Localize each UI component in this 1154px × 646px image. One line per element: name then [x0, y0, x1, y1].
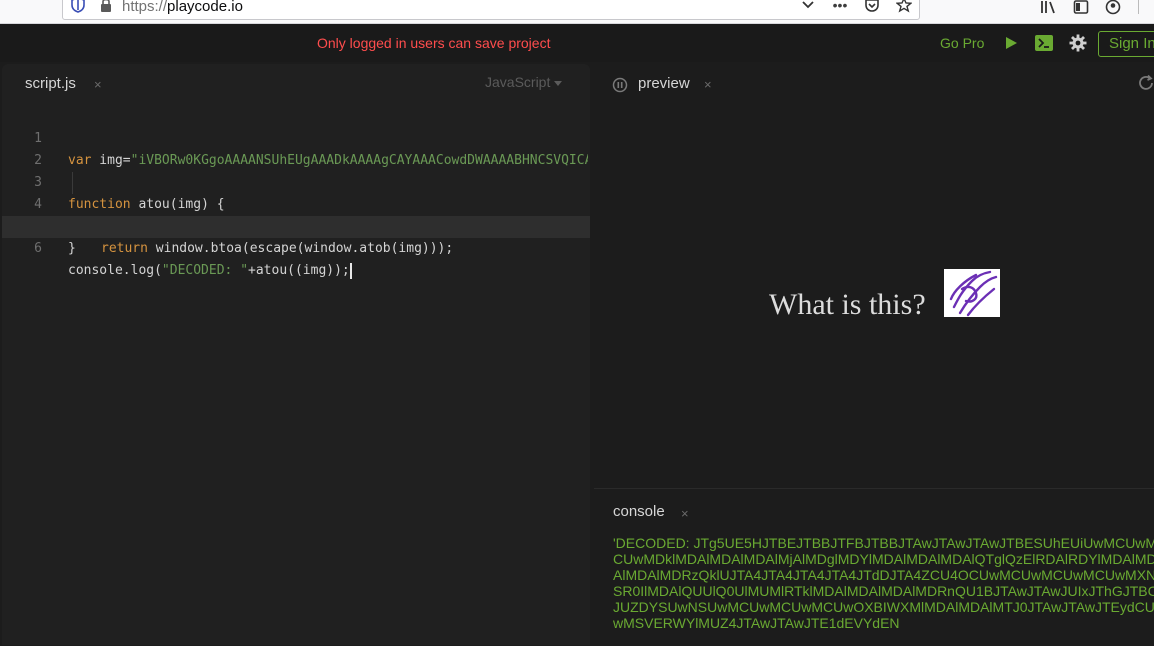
preview-text: What is this? — [769, 288, 926, 321]
sign-in-button[interactable]: Sign In — [1098, 31, 1154, 57]
string-literal: "DECODED: " — [161, 263, 249, 278]
url-bar[interactable]: https://playcode.io ••• — [62, 0, 920, 20]
code-area[interactable]: 1 var img="iVBORw0KGgoAAAANSUhEUgAAADkAA… — [2, 106, 590, 279]
play-icon[interactable] — [1004, 36, 1018, 50]
tab-script-js[interactable]: script.js — [25, 75, 76, 92]
code-line[interactable]: 1 var img="iVBORw0KGgoAAAANSUhEUgAAADkAA… — [2, 106, 590, 168]
url-text: https://playcode.io — [122, 0, 243, 15]
tab-close-icon[interactable]: × — [94, 77, 102, 92]
tab-close-icon[interactable]: × — [704, 77, 712, 92]
url-actions: ••• — [799, 0, 913, 14]
logo-image — [944, 269, 1000, 317]
account-icon[interactable] — [1104, 0, 1122, 16]
browser-toolbar-right — [1040, 0, 1122, 16]
gear-icon[interactable] — [1069, 34, 1087, 52]
toolbar-divider — [1138, 0, 1139, 14]
code-line[interactable]: 2 — [2, 128, 590, 168]
preview-pane: preview × What is this? — [594, 64, 1154, 488]
language-label: JavaScript — [485, 74, 551, 90]
identifier: console.log( — [68, 263, 162, 278]
indent-guide — [72, 172, 73, 194]
language-select[interactable]: JavaScript — [485, 74, 563, 90]
star-icon[interactable] — [895, 0, 913, 14]
text-cursor — [349, 262, 352, 279]
shield-icon[interactable] — [71, 0, 85, 13]
code-line[interactable]: 3 function atou(img) { — [2, 150, 590, 212]
tab-preview[interactable]: preview — [638, 75, 690, 92]
save-warning: Only logged in users can save project — [317, 35, 551, 51]
lock-icon[interactable] — [99, 0, 113, 13]
line-number: 6 — [34, 241, 42, 256]
refresh-icon[interactable] — [1137, 74, 1154, 92]
code-text: } — [68, 241, 76, 256]
tab-console[interactable]: console — [613, 503, 665, 520]
code-line[interactable]: 5 } — [2, 194, 590, 256]
url-host: playcode.io — [167, 0, 243, 15]
go-pro-link[interactable]: Go Pro — [940, 35, 984, 51]
code-text: console.log("DECODED: "+atou((img)); — [68, 260, 588, 282]
library-icon[interactable] — [1040, 0, 1058, 16]
sidebar-icon[interactable] — [1072, 0, 1090, 16]
caret-down-icon — [554, 80, 563, 86]
console-output: 'DECODED: JTg5UE5HJTBEJTBBJTFBJTBBJTAwJT… — [613, 535, 1154, 631]
browser-toolbar: https://playcode.io ••• — [0, 0, 1154, 24]
app-header: Only logged in users can save project Go… — [0, 24, 1154, 62]
console-pane: console × 'DECODED: JTg5UE5HJTBEJTBBJTFB… — [594, 488, 1154, 645]
tab-close-icon[interactable]: × — [681, 506, 689, 521]
terminal-icon[interactable] — [1035, 35, 1053, 51]
more-icon[interactable]: ••• — [831, 0, 849, 14]
code-line-active[interactable]: 6 console.log("DECODED: "+atou((img)); — [2, 216, 590, 279]
identifier: +atou((img)); — [248, 263, 350, 278]
url-scheme: https:// — [122, 0, 168, 15]
pause-icon[interactable] — [612, 77, 628, 93]
code-line[interactable]: 4 return window.btoa(escape(window.atob(… — [2, 172, 590, 256]
code-editor: script.js × JavaScript 1 var img="iVBORw… — [2, 64, 590, 645]
pocket-icon[interactable] — [863, 0, 881, 14]
chevron-down-icon[interactable] — [799, 0, 817, 14]
